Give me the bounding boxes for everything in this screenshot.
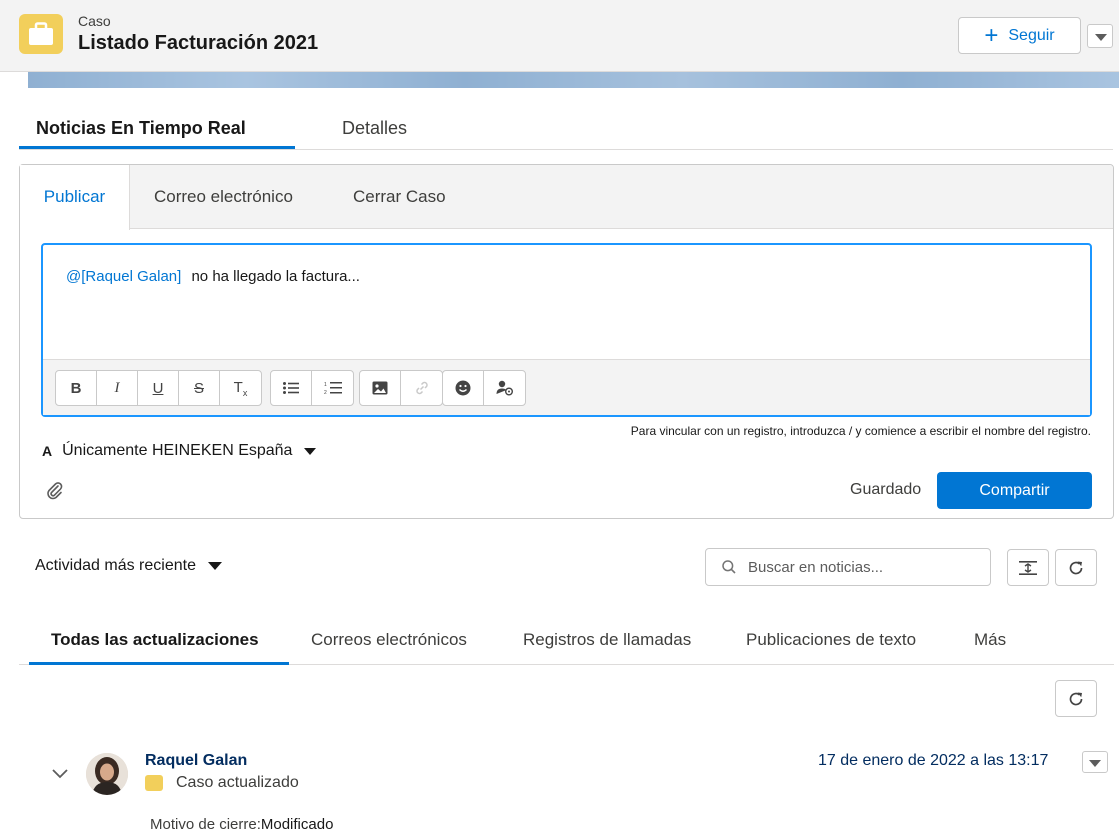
- feed-item-timestamp[interactable]: 17 de enero de 2022 a las 13:17: [818, 752, 1048, 770]
- tab-more[interactable]: Más: [974, 630, 1006, 650]
- sort-selector[interactable]: Actividad más reciente: [35, 557, 222, 575]
- feed-search[interactable]: [705, 548, 991, 586]
- refresh-icon: [1069, 561, 1083, 574]
- audience-label: Únicamente HEINEKEN España: [62, 442, 293, 459]
- feed-item-menu-button[interactable]: [1082, 751, 1108, 773]
- feed-item-detail: Motivo de cierre:Modificado: [150, 816, 333, 833]
- emoji-icon[interactable]: [443, 371, 484, 405]
- text-format-group: B I U S Tx: [55, 370, 262, 406]
- italic-icon[interactable]: I: [97, 371, 138, 405]
- tab-text-posts[interactable]: Publicaciones de texto: [746, 630, 916, 650]
- tab-close-case[interactable]: Cerrar Caso: [353, 165, 446, 229]
- main-tabs: Noticias En Tiempo Real Detalles: [19, 104, 1113, 150]
- tab-all-updates[interactable]: Todas las actualizaciones: [51, 630, 259, 650]
- mention-link[interactable]: @[Raquel Galan]: [66, 268, 181, 285]
- record-link-hint: Para vincular con un registro, introduzc…: [630, 424, 1091, 438]
- image-icon[interactable]: [360, 371, 401, 405]
- briefcase-icon: [19, 14, 63, 54]
- chevron-down-icon[interactable]: [52, 766, 68, 784]
- collapse-all-button[interactable]: [1007, 549, 1049, 586]
- tab-call-logs[interactable]: Registros de llamadas: [523, 630, 691, 650]
- link-icon[interactable]: [401, 371, 442, 405]
- publisher: Publicar Correo electrónico Cerrar Caso …: [19, 164, 1114, 519]
- field-value: Modificado: [260, 816, 334, 833]
- tab-feed[interactable]: Noticias En Tiempo Real: [36, 118, 246, 139]
- follow-label: Seguir: [1008, 26, 1055, 44]
- saved-status: Guardado: [850, 481, 922, 498]
- mention-user-icon[interactable]: [484, 371, 525, 405]
- case-icon: [145, 775, 163, 791]
- tab-email[interactable]: Correo electrónico: [154, 165, 293, 229]
- insert-group: [359, 370, 443, 406]
- list-group: 12: [270, 370, 354, 406]
- header-banner: [28, 72, 1119, 88]
- clear-format-icon[interactable]: Tx: [220, 371, 261, 405]
- active-tab-indicator: [19, 146, 295, 149]
- avatar[interactable]: [86, 753, 128, 795]
- field-label: Motivo de cierre:: [150, 816, 261, 833]
- editor-content[interactable]: @[Raquel Galan] no ha llegado la factura…: [66, 268, 360, 285]
- svg-text:1: 1: [324, 382, 327, 388]
- message-text: no ha llegado la factura...: [191, 268, 360, 285]
- active-tab-indicator: [29, 662, 289, 665]
- tab-details[interactable]: Detalles: [342, 118, 407, 139]
- chevron-down-icon: [1095, 34, 1107, 41]
- audience-selector[interactable]: A Únicamente HEINEKEN España: [42, 442, 317, 460]
- caret-down-icon: [304, 447, 317, 455]
- numbered-list-icon[interactable]: 12: [312, 371, 353, 405]
- format-toolbar: B I U S Tx 12: [43, 359, 1090, 415]
- search-icon: [722, 560, 736, 574]
- record-header: Caso Listado Facturación 2021 + Seguir: [0, 0, 1119, 72]
- bullet-list-icon[interactable]: [271, 371, 312, 405]
- feed-refresh-button[interactable]: [1055, 680, 1097, 717]
- tab-emails[interactable]: Correos electrónicos: [311, 630, 467, 650]
- share-button[interactable]: Compartir: [937, 472, 1092, 509]
- emoji-mention-group: [442, 370, 526, 406]
- follow-button[interactable]: + Seguir: [958, 17, 1081, 54]
- search-input[interactable]: [748, 557, 984, 577]
- page-title: Listado Facturación 2021: [78, 32, 319, 54]
- underline-icon[interactable]: U: [138, 371, 179, 405]
- feed-item-author[interactable]: Raquel Galan: [145, 752, 247, 770]
- plus-icon: +: [984, 21, 999, 49]
- feed-filter-tabs: Todas las actualizaciones Correos electr…: [19, 620, 1114, 665]
- feed-item-subtitle: Caso actualizado: [176, 774, 299, 791]
- tab-post[interactable]: Publicar: [20, 165, 130, 230]
- paperclip-icon[interactable]: [46, 481, 64, 506]
- sort-label: Actividad más reciente: [35, 557, 196, 574]
- caret-down-icon: [207, 562, 222, 570]
- refresh-button[interactable]: [1055, 549, 1097, 586]
- post-editor[interactable]: @[Raquel Galan] no ha llegado la factura…: [41, 243, 1092, 417]
- svg-text:2: 2: [324, 390, 327, 395]
- refresh-icon: [1069, 692, 1083, 705]
- object-type-label: Caso: [78, 13, 111, 29]
- chevron-down-icon: [1089, 760, 1101, 767]
- header-menu-button[interactable]: [1087, 24, 1113, 48]
- publisher-tabs: Publicar Correo electrónico Cerrar Caso: [20, 165, 1113, 230]
- collapse-icon: [1019, 560, 1037, 575]
- strikethrough-icon[interactable]: S: [179, 371, 220, 405]
- bold-icon[interactable]: B: [56, 371, 97, 405]
- audience-icon: A: [42, 443, 53, 459]
